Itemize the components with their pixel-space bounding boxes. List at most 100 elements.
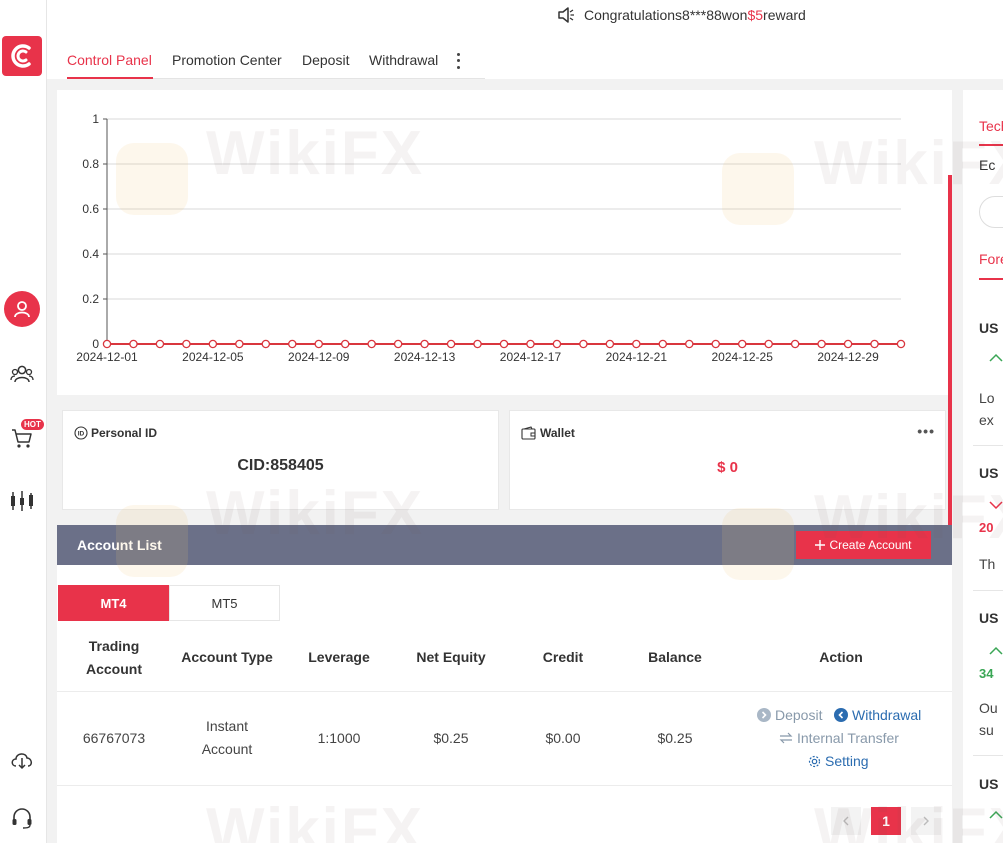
account-list-header: Account List Create Account [57, 525, 952, 565]
news-symbol[interactable]: US [979, 465, 998, 481]
action-withdrawal[interactable]: Withdrawal [834, 707, 921, 723]
x-tick-label: 2024-12-09 [288, 350, 350, 364]
account-list-title: Account List [77, 537, 162, 553]
equity-chart: 0 0.2 0.4 0.6 0.8 1 2024-12-01 2024-12-05 2024-1… [57, 90, 952, 395]
y-tick-label: 0 [92, 337, 99, 351]
pagination-next[interactable] [911, 807, 941, 835]
data-point [473, 339, 482, 349]
action-transfer-label: Internal Transfer [797, 730, 899, 746]
news-symbol[interactable]: US [979, 320, 998, 336]
data-point [155, 339, 165, 349]
y-tick-label: 0.8 [82, 157, 99, 171]
right-search-input[interactable] [979, 196, 1003, 228]
data-point [790, 339, 800, 349]
news-divider [973, 590, 1003, 591]
news-value: 34 [979, 666, 994, 681]
x-tick-label: 2024-12-13 [394, 350, 456, 364]
active-tab-indicator [67, 77, 153, 79]
right-forex-indicator [979, 278, 1003, 280]
wallet-more-icon[interactable]: ••• [917, 423, 935, 439]
cloud-download-icon [11, 753, 32, 770]
sidebar-item-community[interactable] [8, 360, 36, 388]
column-header-trading-account: Trading Account [86, 638, 142, 677]
y-tick-label: 0.6 [82, 202, 99, 216]
id-badge-icon: ID [74, 426, 88, 440]
column-header-action: Action [819, 649, 863, 665]
sidebar-item-support[interactable] [8, 804, 36, 832]
user-icon [14, 301, 30, 318]
cart-icon [12, 429, 32, 448]
data-point [737, 339, 747, 349]
personal-id-card: ID Personal ID CID:858405 [62, 410, 499, 510]
main-tabs: Control Panel Promotion Center Deposit W… [47, 32, 1003, 79]
news-divider [973, 755, 1003, 756]
action-deposit-label: Deposit [775, 707, 823, 723]
tab-control-panel[interactable]: Control Panel [67, 52, 152, 68]
cell-net-equity: $0.25 [433, 730, 469, 746]
data-point [446, 339, 456, 349]
news-symbol[interactable]: US [979, 776, 998, 792]
data-point [817, 339, 826, 349]
cell-balance: $0.25 [657, 730, 693, 746]
withdrawal-arrow-icon [834, 708, 848, 722]
action-internal-transfer[interactable]: Internal Transfer [779, 730, 899, 746]
chevron-left-icon [843, 816, 849, 826]
brand-logo[interactable] [2, 36, 42, 76]
transfer-icon [779, 732, 793, 744]
column-header-net-equity: Net Equity [416, 649, 486, 665]
create-account-button[interactable]: Create Account [796, 531, 931, 559]
gear-icon [808, 755, 821, 767]
sidebar-item-download[interactable] [8, 746, 36, 774]
notice-text: Congratulations8***88won$5reward [584, 7, 806, 23]
chart-canvas: 0 0.2 0.4 0.6 0.8 1 2024-12-01 2024-12-05 2024-1… [76, 112, 906, 364]
news-value: 20 [979, 520, 994, 535]
pagination-page[interactable]: 1 [871, 807, 901, 835]
platform-tabs: MT4 MT5 [58, 585, 280, 621]
action-setting[interactable]: Setting [808, 753, 869, 769]
right-tab-tech[interactable]: Tech [979, 118, 1003, 134]
sidebar-item-market[interactable] [8, 487, 36, 515]
column-header-leverage: Leverage [308, 649, 370, 665]
cell-account-type: Instant Account [201, 718, 253, 757]
data-point [235, 339, 244, 349]
x-tick-label: 2024-12-21 [606, 350, 668, 364]
action-setting-label: Setting [825, 753, 869, 769]
account-table: MT4 MT5 Trading Account Account Type Lev… [57, 565, 952, 843]
down-arrow-icon [989, 501, 1003, 510]
data-point [288, 339, 297, 349]
cell-trading-account: 66767073 [82, 730, 146, 746]
wallet-icon [521, 426, 536, 440]
cell-leverage: 1:1000 [317, 730, 361, 746]
data-point [632, 339, 641, 349]
action-deposit[interactable]: Deposit [757, 707, 822, 723]
news-text: su [979, 722, 994, 738]
data-point [367, 339, 376, 349]
logo-icon [11, 44, 31, 68]
news-symbol[interactable]: US [979, 610, 998, 626]
column-header-balance: Balance [648, 649, 702, 665]
x-tick-label: 2024-12-17 [500, 350, 562, 364]
tab-withdrawal[interactable]: Withdrawal [369, 52, 438, 68]
data-point [605, 339, 615, 349]
more-tabs-icon[interactable] [453, 51, 463, 71]
tab-promotion-center[interactable]: Promotion Center [172, 52, 282, 68]
cid-value: CID:858405 [237, 457, 324, 474]
pagination-prev[interactable] [831, 807, 861, 835]
x-tick-label: 2024-12-25 [712, 350, 774, 364]
data-point [552, 339, 562, 349]
tab-mt4[interactable]: MT4 [58, 585, 169, 621]
hot-badge: HOT [21, 419, 44, 430]
sidebar-item-profile[interactable] [4, 291, 40, 327]
candlestick-icon [11, 491, 33, 511]
tab-mt5[interactable]: MT5 [169, 585, 280, 621]
data-point [526, 339, 535, 349]
right-tab-economy[interactable]: Ec [979, 157, 995, 173]
x-tick-label: 2024-12-01 [76, 350, 138, 364]
data-point [658, 339, 668, 349]
notice-bar: Congratulations8***88won$5reward [47, 0, 1003, 32]
tab-deposit[interactable]: Deposit [302, 52, 349, 68]
speaker-icon [558, 7, 574, 23]
data-point [261, 339, 271, 349]
right-tab-forex[interactable]: Fore [979, 251, 1003, 267]
data-point [182, 339, 191, 349]
